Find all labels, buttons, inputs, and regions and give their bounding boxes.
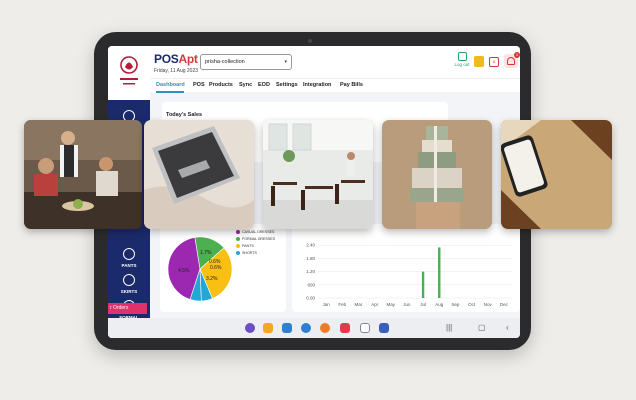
category-pie-card: 4.5% 1.7% 3.2% 0.6% 0.6% CASUAL DRESSES … (160, 224, 286, 312)
x-tick-label: Nov (484, 302, 493, 307)
top-bar: POSApt Friday, 11 Aug 2023 prisha-collec… (150, 46, 520, 78)
x-tick-label: Apr (371, 302, 379, 307)
pants-icon (123, 248, 135, 260)
y-tick-label: 1.20 (306, 269, 315, 274)
chevron-down-icon: ▾ (284, 59, 287, 65)
x-tick-label: Aug (435, 302, 444, 307)
x-tick-label: Oct (468, 302, 476, 307)
x-tick-label: Jan (322, 302, 330, 307)
cafe-interior-photo (263, 120, 373, 229)
calendar-icon[interactable]: 8 (489, 57, 499, 67)
sidebar-item-skirts[interactable]: SKIRTS (108, 274, 150, 294)
pie-slice-label: 3.2% (206, 276, 218, 282)
tab-pay-bills[interactable]: Pay Bills (340, 82, 363, 88)
notifications-button[interactable]: 1 (504, 52, 520, 68)
tab-settings[interactable]: Settings (276, 82, 298, 88)
gift-boxes-photo (382, 120, 492, 229)
pie-slice-label: 4.5% (178, 268, 190, 274)
x-tick-label: Jul (420, 302, 426, 307)
bar-chart: 0.00 600 1.20 1.80 2.40 Jan Feb Mar Apr May Jun Jul… (306, 243, 512, 307)
restaurant-staff-photo (24, 120, 142, 229)
app-title-main: POS (154, 52, 179, 66)
calendar-day: 8 (492, 59, 496, 64)
x-tick-label: Dec (500, 302, 509, 307)
recents-icon[interactable]: ||| (446, 323, 452, 332)
main-nav: Dashboard POS Products Sync EOD Settings… (150, 78, 520, 93)
calendar-app-icon[interactable] (282, 323, 292, 333)
chat-icon[interactable] (360, 323, 370, 333)
legend-dot (236, 237, 240, 242)
bar (438, 247, 441, 298)
x-tick-label: Sep (451, 302, 460, 307)
back-icon[interactable]: ‹ (506, 323, 509, 332)
home-icon[interactable]: ▢ (478, 323, 486, 332)
laptop-photo (144, 120, 254, 229)
today-sales-title: Today's Sales (166, 112, 203, 118)
legend-dot (236, 230, 240, 235)
active-tab-indicator (156, 91, 184, 93)
x-tick-label: Mar (355, 302, 363, 307)
app-title-accent: Apt (178, 52, 198, 66)
tab-pos[interactable]: POS (193, 82, 205, 88)
legend-dot (236, 251, 240, 256)
current-date: Friday, 11 Aug 2023 (154, 68, 199, 74)
notification-badge: 1 (514, 52, 520, 58)
app-title: POSApt (154, 52, 198, 66)
pie-slice-label: 0.6% (210, 265, 222, 271)
system-dock: ||| ▢ ‹ (108, 318, 520, 338)
monthly-sales-card: 0.00 600 1.20 1.80 2.40 Jan Feb Mar Apr May Jun Jul… (292, 224, 520, 312)
y-tick-label: 600 (307, 282, 315, 287)
legend-label: FORMAL DRESSES (242, 237, 276, 241)
messages-icon[interactable] (301, 323, 311, 333)
legend-label: PANTS (242, 244, 254, 248)
camera-icon (308, 39, 312, 43)
legend-item-casual: CASUAL DRESSES (236, 230, 275, 235)
legend-item-shorts: SHORTS (236, 251, 257, 256)
bar (421, 271, 425, 298)
tab-dashboard[interactable]: Dashboard (156, 82, 185, 88)
y-tick-label: 1.80 (306, 256, 315, 261)
legend-dot (236, 244, 240, 249)
pie-slice-label: 1.7% (200, 250, 212, 256)
skirt-icon (123, 274, 135, 286)
logout-icon (457, 52, 467, 61)
brand-logo (120, 56, 138, 85)
gallery-icon[interactable] (245, 323, 255, 333)
tab-integration[interactable]: Integration (303, 82, 331, 88)
legend-item-pants: PANTS (236, 244, 254, 249)
legend-item-formal: FORMAL DRESSES (236, 237, 276, 242)
tab-products[interactable]: Products (209, 82, 233, 88)
bell-icon (507, 57, 515, 65)
files-icon[interactable] (263, 323, 273, 333)
tab-eod[interactable]: EOD (258, 82, 270, 88)
logout-button[interactable]: Log out (450, 52, 474, 67)
contacts-icon[interactable] (320, 323, 330, 333)
legend-label: CASUAL DRESSES (242, 230, 275, 234)
sidebar-item-label: PANTS (121, 263, 137, 268)
camera-icon[interactable] (340, 323, 350, 333)
orders-button[interactable]: r Orders (108, 303, 147, 314)
x-tick-label: Feb (338, 302, 346, 307)
y-tick-label: 0.00 (306, 296, 315, 301)
tab-sync[interactable]: Sync (239, 82, 252, 88)
sidebar-item-label: SKIRTS (120, 289, 138, 294)
x-tick-label: Jun (403, 302, 411, 307)
x-tick-label: May (386, 302, 395, 307)
legend-label: SHORTS (242, 251, 257, 255)
sidebar-item-pants[interactable]: PANTS (108, 248, 150, 268)
lock-icon[interactable] (474, 56, 484, 67)
store-select-value: prisha-collection (205, 59, 245, 65)
pos-app-icon[interactable] (379, 323, 389, 333)
store-select[interactable]: prisha-collection ▾ (200, 54, 292, 70)
logout-label: Log out (454, 62, 470, 67)
y-tick-label: 2.40 (306, 243, 315, 248)
phone-on-chair-photo (501, 120, 612, 229)
